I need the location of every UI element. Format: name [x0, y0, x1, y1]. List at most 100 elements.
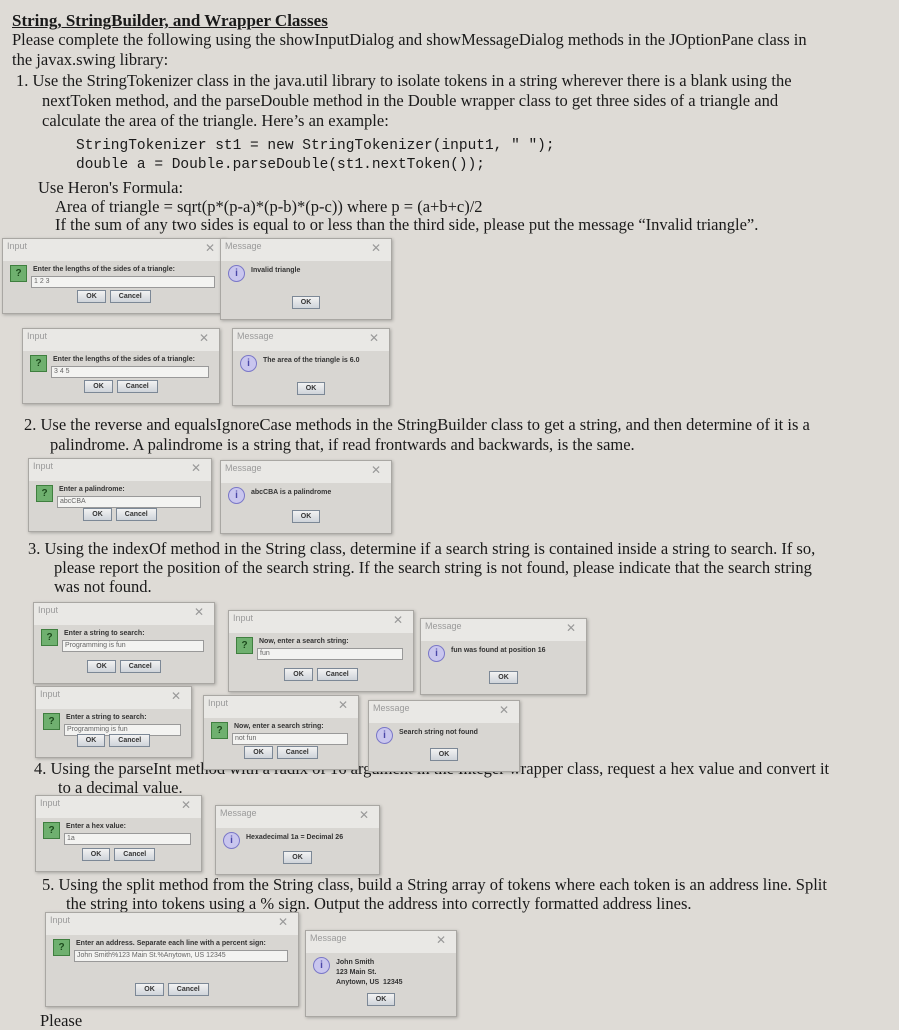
- dialog-input[interactable]: fun: [257, 648, 403, 660]
- dialog-title: Message: [225, 241, 262, 251]
- ok-button[interactable]: OK: [83, 508, 112, 521]
- dialog-title: Input: [40, 798, 61, 808]
- dialog-titlebar: Input ✕: [36, 687, 191, 709]
- cancel-button[interactable]: Cancel: [115, 508, 157, 521]
- text-line: 3. Using the indexOf method in the Strin…: [28, 539, 816, 558]
- cancel-button[interactable]: Cancel: [167, 983, 209, 996]
- dialog-titlebar: Message ✕: [233, 329, 389, 351]
- cancel-button[interactable]: Cancel: [109, 290, 151, 303]
- dialog-prompt: Now, enter a search string:: [259, 638, 349, 645]
- close-icon[interactable]: ✕: [371, 463, 381, 477]
- close-icon[interactable]: ✕: [566, 621, 576, 635]
- dialog-title: Input: [50, 915, 71, 925]
- text-line: calculate the area of the triangle. Here…: [42, 111, 389, 130]
- close-icon[interactable]: ✕: [371, 241, 381, 255]
- close-icon[interactable]: ✕: [499, 703, 509, 717]
- dialog-titlebar: Input ✕: [29, 459, 211, 481]
- dialog-titlebar: Message ✕: [221, 239, 391, 261]
- input-dialog: Input ✕? Enter an address. Separate each …: [45, 912, 299, 1007]
- ok-button[interactable]: OK: [84, 380, 113, 393]
- ok-button[interactable]: OK: [87, 660, 116, 673]
- close-icon[interactable]: ✕: [278, 915, 288, 929]
- info-icon: i: [428, 645, 445, 662]
- close-icon[interactable]: ✕: [205, 241, 215, 255]
- dialog-message: John Smith 123 Main St. Anytown, US 1234…: [336, 959, 403, 986]
- cancel-button[interactable]: Cancel: [114, 848, 156, 861]
- ok-button[interactable]: OK: [135, 983, 164, 996]
- dialog-title: Input: [208, 698, 229, 708]
- dialog-titlebar: Input ✕: [36, 796, 201, 818]
- question-icon: ?: [236, 637, 253, 654]
- question-icon: ?: [211, 722, 228, 739]
- text-line: 1. Use the StringTokenizer class in the …: [16, 71, 792, 90]
- ok-button[interactable]: OK: [296, 382, 326, 395]
- close-icon[interactable]: ✕: [171, 689, 181, 703]
- input-dialog: Input ✕? Enter a hex value: 1a OK Cancel: [35, 795, 202, 872]
- ok-button[interactable]: OK: [429, 748, 459, 761]
- info-icon: i: [376, 727, 393, 744]
- text-line: Area of triangle = sqrt(p*(p-a)*(p-b)*(p…: [55, 197, 483, 216]
- close-icon[interactable]: ✕: [436, 933, 446, 947]
- ok-button[interactable]: OK: [244, 746, 273, 759]
- ok-button[interactable]: OK: [81, 848, 111, 861]
- close-icon[interactable]: ✕: [199, 331, 209, 345]
- ok-button[interactable]: OK: [291, 296, 321, 309]
- cancel-button[interactable]: Cancel: [116, 380, 158, 393]
- ok-button[interactable]: OK: [284, 668, 313, 681]
- close-icon[interactable]: ✕: [338, 698, 348, 712]
- dialog-titlebar: Input ✕: [34, 603, 214, 625]
- dialog-title: Input: [38, 605, 59, 615]
- close-icon[interactable]: ✕: [181, 798, 191, 812]
- dialog-message: abcCBA is a palindrome: [251, 489, 332, 496]
- text-line: Please complete the following using the …: [12, 30, 807, 49]
- dialog-titlebar: Input ✕: [46, 913, 298, 935]
- question-icon: ?: [41, 629, 58, 646]
- dialog-prompt: Enter a string to search:: [64, 630, 145, 637]
- cancel-button[interactable]: Cancel: [276, 746, 318, 759]
- dialog-message: fun was found at position 16: [451, 647, 546, 654]
- cancel-button[interactable]: Cancel: [119, 660, 161, 673]
- close-icon[interactable]: ✕: [393, 613, 403, 627]
- ok-button[interactable]: OK: [283, 851, 312, 864]
- dialog-prompt: Enter a palindrome:: [59, 486, 125, 493]
- code-line: double a = Double.parseDouble(st1.nextTo…: [76, 157, 485, 173]
- dialog-titlebar: Message ✕: [306, 931, 456, 953]
- cancel-button[interactable]: Cancel: [109, 734, 151, 747]
- dialog-title: Input: [40, 689, 61, 699]
- close-icon[interactable]: ✕: [191, 461, 201, 475]
- dialog-titlebar: Input ✕: [3, 239, 225, 261]
- close-icon[interactable]: ✕: [369, 331, 379, 345]
- info-icon: i: [240, 355, 257, 372]
- close-icon[interactable]: ✕: [194, 605, 204, 619]
- dialog-message: The area of the triangle is 6.0: [263, 357, 360, 364]
- dialog-title: Message: [310, 933, 347, 943]
- dialog-title: Message: [237, 331, 274, 341]
- dialog-titlebar: Input ✕: [23, 329, 219, 351]
- dialog-input[interactable]: John Smith%123 Main St.%Anytown, US 1234…: [74, 950, 288, 962]
- text-line: If the sum of any two sides is equal to …: [55, 215, 759, 234]
- text-line: nextToken method, and the parseDouble me…: [42, 91, 779, 110]
- dialog-title: Message: [373, 703, 410, 713]
- text-line: the javax.swing library:: [12, 50, 169, 69]
- ok-button[interactable]: OK: [489, 671, 518, 684]
- message-dialog: Message ✕ i Search string not found OK: [368, 700, 520, 772]
- message-dialog: Message ✕ i Hexadecimal 1a = Decimal 26 OK: [215, 805, 380, 875]
- dialog-prompt: Enter the lengths of the sides of a tria…: [53, 356, 195, 363]
- text-line: please report the position of the search…: [54, 558, 812, 577]
- message-dialog: Message ✕ i John Smith 123 Main St. Anytow…: [305, 930, 457, 1017]
- ok-button[interactable]: OK: [77, 290, 106, 303]
- ok-button[interactable]: OK: [366, 993, 396, 1006]
- dialog-title: Message: [225, 463, 262, 473]
- dialog-prompt: Now, enter a search string:: [234, 723, 324, 730]
- text-line: 5. Using the split method from the Strin…: [42, 875, 827, 894]
- question-icon: ?: [43, 822, 60, 839]
- dialog-title: Input: [233, 613, 254, 623]
- ok-button[interactable]: OK: [291, 510, 321, 523]
- close-icon[interactable]: ✕: [359, 808, 369, 822]
- document-title: String, StringBuilder, and Wrapper Class…: [12, 11, 328, 30]
- cancel-button[interactable]: Cancel: [316, 668, 358, 681]
- dialog-prompt: Enter a string to search:: [66, 714, 147, 721]
- question-icon: ?: [30, 355, 47, 372]
- dialog-input[interactable]: Programming is fun: [62, 640, 204, 652]
- ok-button[interactable]: OK: [76, 734, 106, 747]
